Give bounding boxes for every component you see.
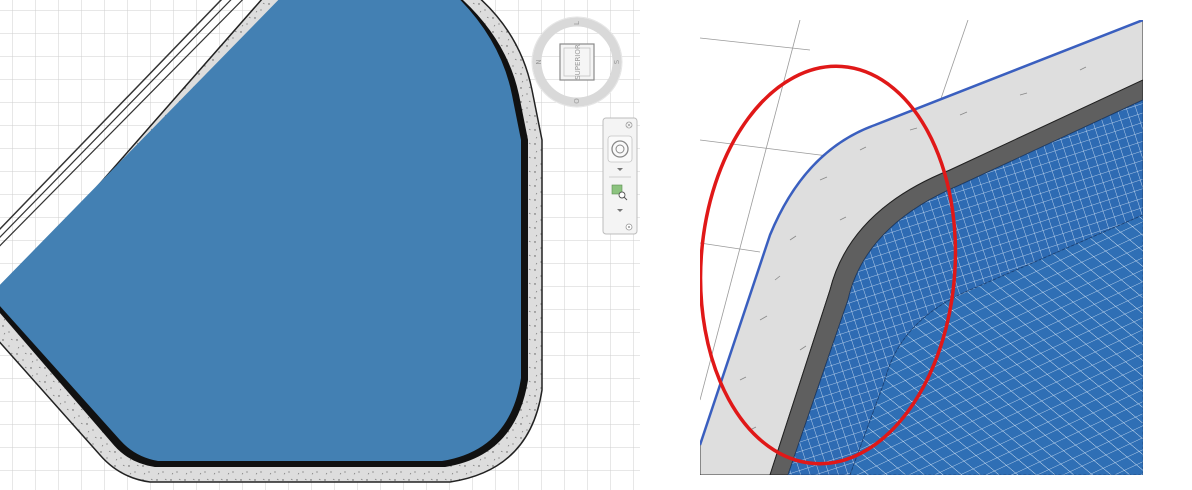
compass-north: N	[535, 59, 543, 64]
plan-canvas[interactable]: SUPERIOR L O N S	[0, 0, 640, 490]
compass-south: S	[613, 59, 621, 64]
plan-view[interactable]: SUPERIOR L O N S	[0, 0, 640, 490]
navigation-bar[interactable]	[602, 117, 638, 235]
settings-icon[interactable]	[625, 223, 633, 231]
compass-east: L	[573, 21, 581, 25]
iso-detail-view[interactable]	[700, 20, 1143, 475]
compass-west: O	[573, 98, 581, 104]
close-icon[interactable]	[625, 121, 633, 129]
iso-canvas[interactable]	[700, 20, 1143, 475]
viewcube-face-label: SUPERIOR	[574, 44, 582, 80]
steering-wheel-icon[interactable]	[607, 135, 633, 163]
